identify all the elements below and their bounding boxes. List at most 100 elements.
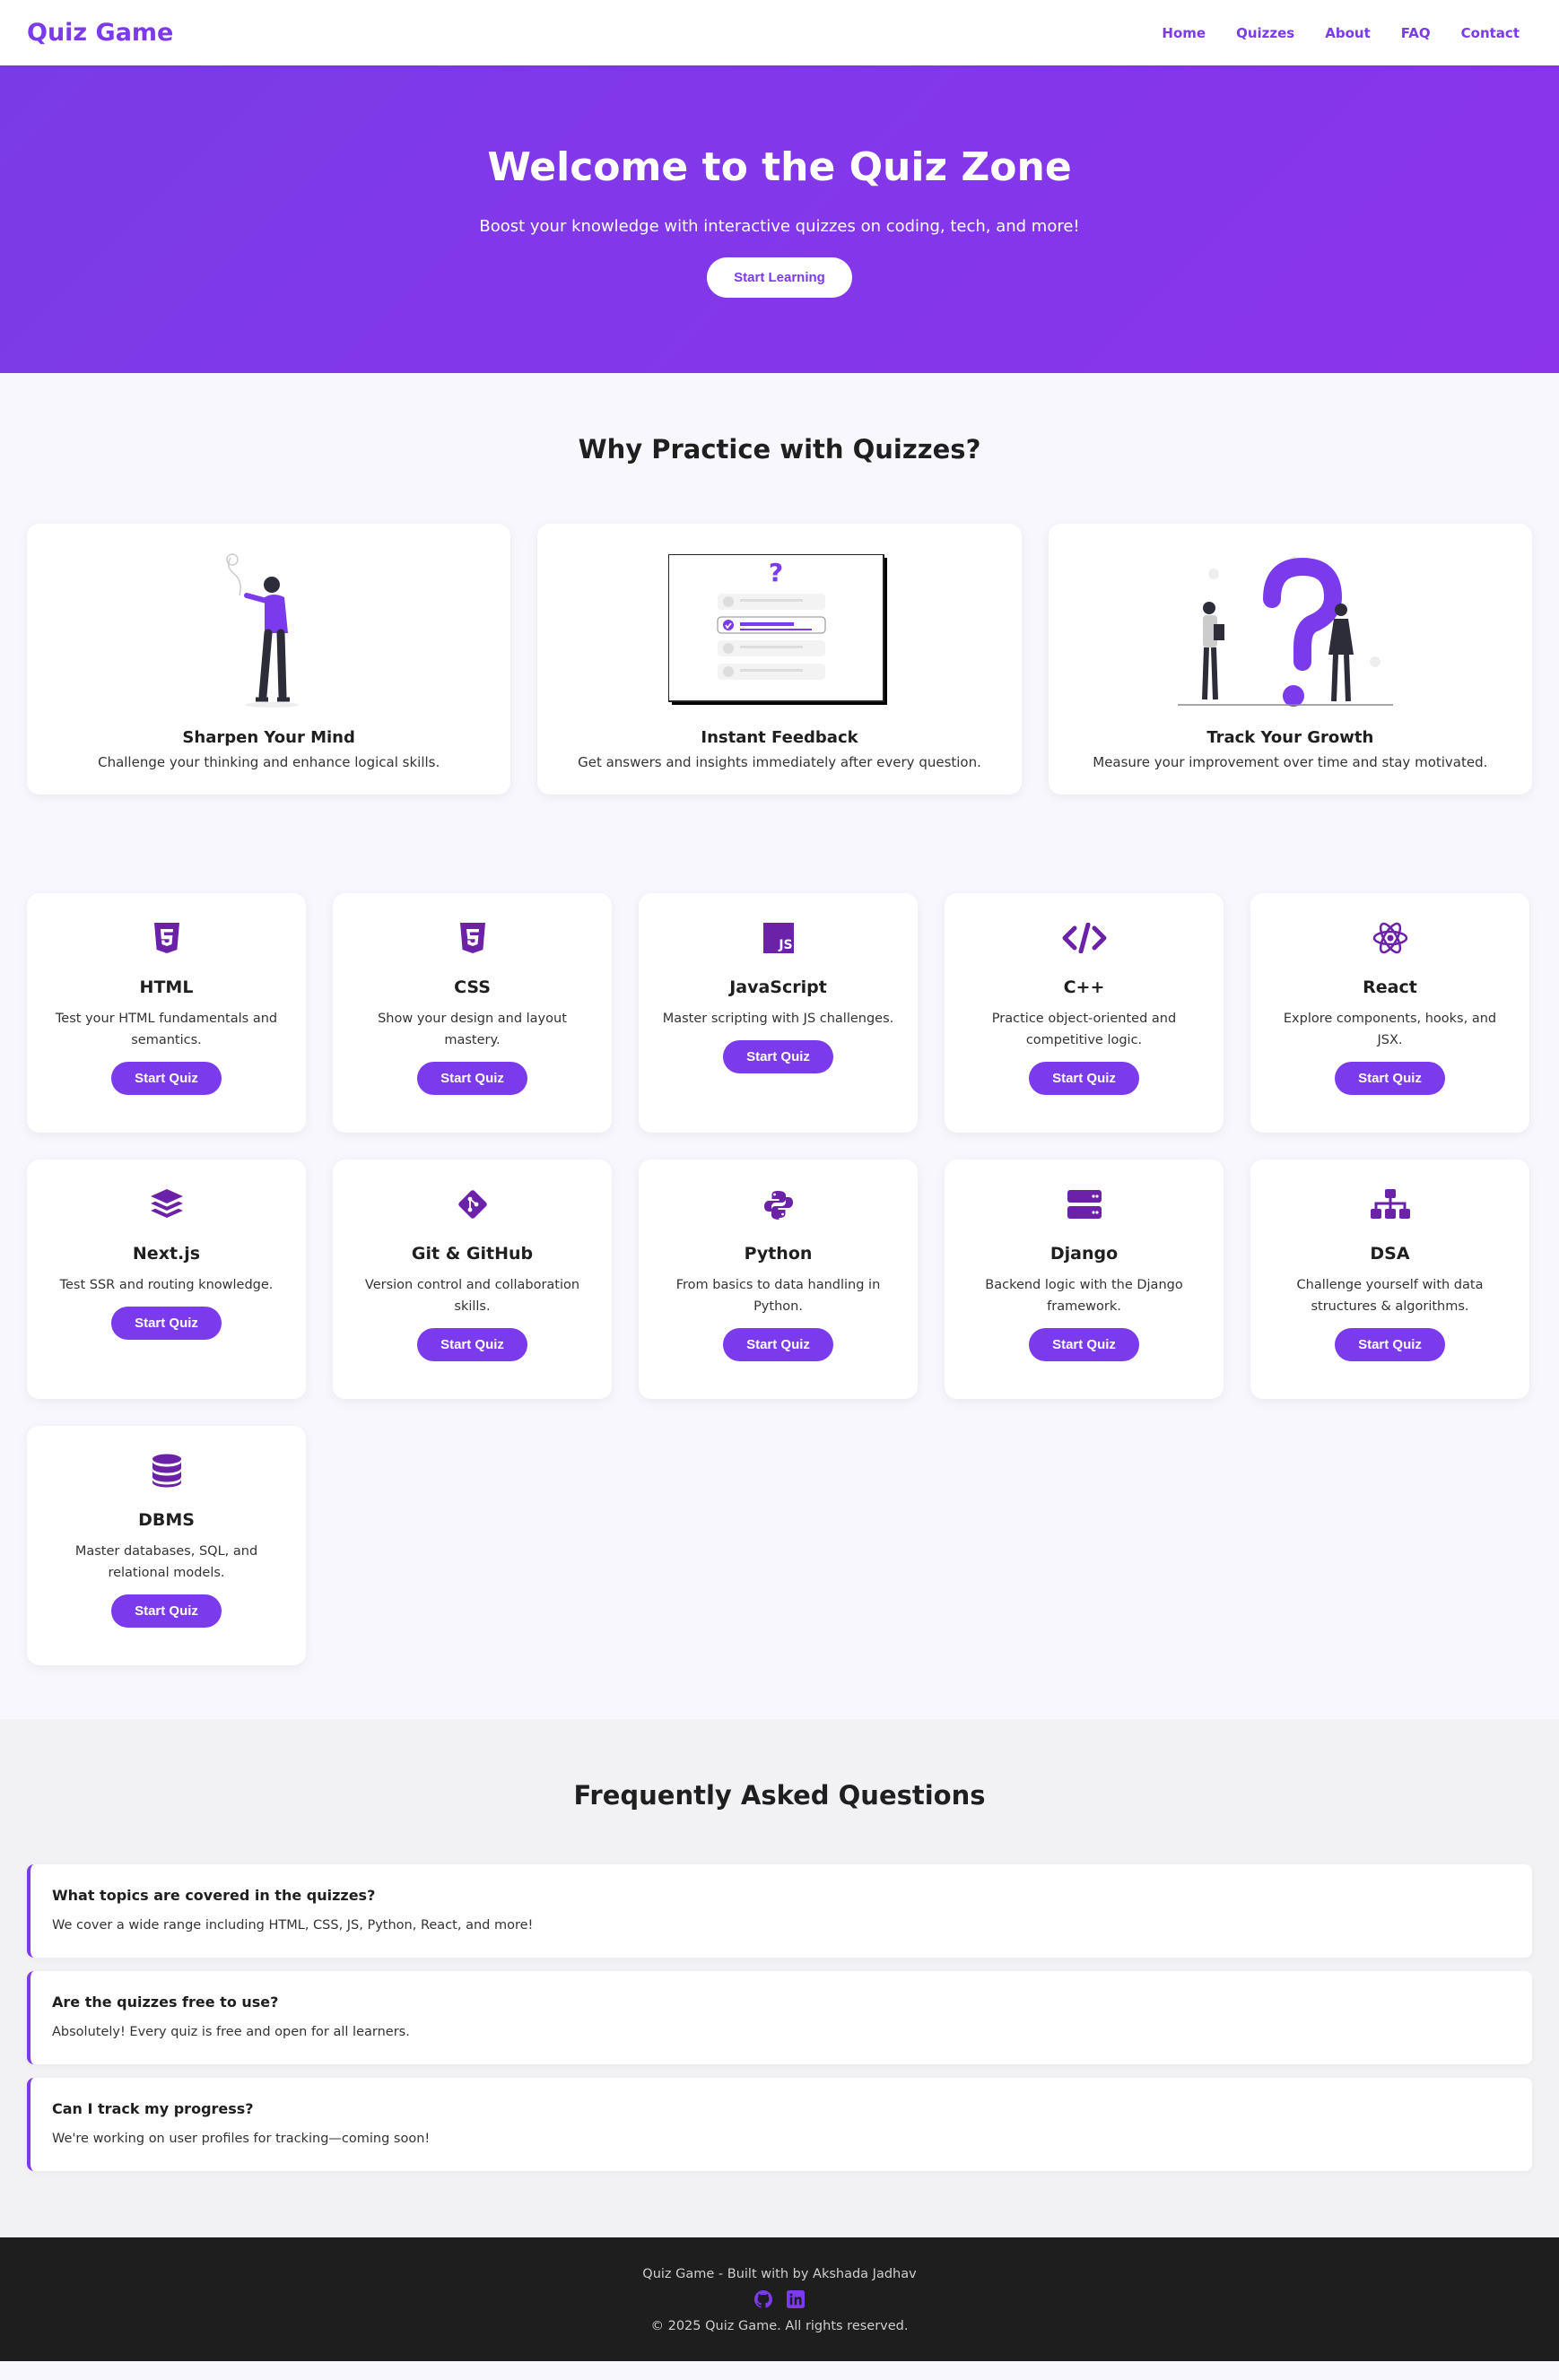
footer: Quiz Game - Built with by Akshada Jadhav… (0, 2237, 1559, 2361)
quiz-card-django: Django Backend logic with the Django fra… (945, 1160, 1224, 1399)
hero-title: Welcome to the Quiz Zone (487, 144, 1072, 190)
why-card: Track Your Growth Measure your improveme… (1048, 524, 1532, 795)
start-quiz-button[interactable]: Start Quiz (111, 1062, 222, 1095)
quiz-card-text: Master databases, SQL, and relational mo… (74, 1544, 258, 1580)
faq-answer: We're working on user profiles for track… (52, 2132, 431, 2146)
quiz-card-text: Explore components, hooks, and JSX. (1283, 1012, 1497, 1047)
quiz-card-text: Version control and collaboration skills… (364, 1278, 580, 1314)
nav-link-about[interactable]: About (1325, 25, 1371, 41)
quiz-card-text: Test your HTML fundamentals and semantic… (55, 1012, 278, 1047)
start-quiz-button[interactable]: Start Quiz (111, 1307, 222, 1340)
quiz-card-text: Challenge yourself with data structures … (1296, 1278, 1484, 1314)
database-icon (48, 1453, 284, 1489)
faq-answer: Absolutely! Every quiz is free and open … (52, 2025, 410, 2039)
quiz-card-text: Backend logic with the Django framework. (985, 1278, 1183, 1314)
why-card: ? Instant Feedback Get answers and insig… (537, 524, 1022, 795)
start-quiz-button[interactable]: Start Quiz (1029, 1328, 1139, 1361)
github-icon[interactable] (754, 2290, 773, 2312)
faq-question: What topics are covered in the quizzes? (52, 1887, 376, 1904)
faq-item[interactable]: What topics are covered in the quizzes? … (27, 1864, 1532, 1958)
git-icon (354, 1186, 590, 1222)
html5-icon (48, 920, 284, 956)
why-title: Why Practice with Quizzes? (578, 434, 981, 465)
nav-link-quizzes[interactable]: Quizzes (1236, 25, 1294, 41)
social-links (0, 2290, 1559, 2312)
start-quiz-button[interactable]: Start Quiz (723, 1328, 833, 1361)
why-section: Why Practice with Quizzes? Sharpen Your … (0, 373, 1559, 856)
question-mark-people-illustration (1049, 549, 1532, 708)
footer-built-by: Quiz Game - Built with by Akshada Jadhav (642, 2267, 917, 2281)
start-quiz-button[interactable]: Start Quiz (417, 1328, 527, 1361)
why-card-title: Sharpen Your Mind (182, 728, 355, 747)
quiz-card-title: CSS (454, 977, 491, 997)
quiz-card-title: React (1363, 977, 1417, 997)
quiz-card-title: DBMS (138, 1510, 195, 1530)
code-icon (966, 920, 1202, 956)
nav-link-faq[interactable]: FAQ (1401, 25, 1431, 41)
start-quiz-button[interactable]: Start Quiz (417, 1062, 527, 1095)
quizzes-section: HTML Test your HTML fundamentals and sem… (0, 856, 1559, 1719)
why-card-text: Measure your improvement over time and s… (1093, 754, 1488, 770)
quiz-card-title: C++ (1063, 977, 1105, 997)
start-quiz-button[interactable]: Start Quiz (1335, 1328, 1445, 1361)
quiz-card-javascript: JS JavaScript Master scripting with JS c… (639, 893, 918, 1133)
hero-section: Welcome to the Quiz Zone Boost your know… (0, 65, 1559, 373)
quiz-card-title: Next.js (132, 1244, 201, 1264)
nav-link-home[interactable]: Home (1162, 25, 1206, 41)
js-icon: JS (660, 920, 896, 956)
quiz-card-title: Django (1049, 1244, 1119, 1264)
quiz-card-python: Python From basics to data handling in P… (639, 1160, 918, 1399)
start-learning-button[interactable]: Start Learning (707, 257, 852, 298)
svg-text:?: ? (769, 558, 783, 587)
start-quiz-button[interactable]: Start Quiz (1335, 1062, 1445, 1095)
brand-logo[interactable]: Quiz Game (27, 19, 173, 47)
start-quiz-button[interactable]: Start Quiz (723, 1040, 833, 1073)
quiz-card-cpp: C++ Practice object-oriented and competi… (945, 893, 1224, 1133)
quiz-card-text: Show your design and layout mastery. (378, 1012, 567, 1047)
quiz-card-react: React Explore components, hooks, and JSX… (1250, 893, 1529, 1133)
svg-text:JS: JS (778, 938, 792, 952)
quiz-card-title: Git & GitHub (411, 1244, 534, 1264)
person-thinking-illustration (27, 549, 510, 708)
footer-copyright: © 2025 Quiz Game. All rights reserved. (650, 2319, 909, 2333)
why-card: Sharpen Your Mind Challenge your thinkin… (27, 524, 511, 795)
faq-section: Frequently Asked Questions What topics a… (0, 1719, 1559, 2237)
quiz-card-text: Test SSR and routing knowledge. (59, 1278, 274, 1292)
quiz-card-text: Practice object-oriented and competitive… (991, 1012, 1177, 1047)
faq-answer: We cover a wide range including HTML, CS… (52, 1918, 534, 1933)
linkedin-icon[interactable] (787, 2290, 805, 2312)
python-icon (660, 1186, 896, 1222)
faq-item[interactable]: Are the quizzes free to use? Absolutely!… (27, 1971, 1532, 2064)
checklist-illustration: ? (537, 549, 1021, 708)
why-card-title: Track Your Growth (1206, 728, 1374, 747)
why-card-text: Get answers and insights immediately aft… (578, 754, 981, 770)
faq-item[interactable]: Can I track my progress? We're working o… (27, 2078, 1532, 2171)
start-quiz-button[interactable]: Start Quiz (1029, 1062, 1139, 1095)
quiz-card-title: HTML (139, 977, 194, 997)
css3-icon (354, 920, 590, 956)
quiz-card-nextjs: Next.js Test SSR and routing knowledge. … (27, 1160, 306, 1399)
quiz-card-text: From basics to data handling in Python. (675, 1278, 881, 1314)
why-card-title: Instant Feedback (701, 728, 858, 747)
faq-list: What topics are covered in the quizzes? … (0, 1864, 1559, 2171)
quiz-card-title: Python (744, 1244, 813, 1264)
quiz-card-title: DSA (1370, 1244, 1410, 1264)
faq-question: Can I track my progress? (52, 2100, 254, 2117)
why-cards: Sharpen Your Mind Challenge your thinkin… (0, 524, 1559, 795)
faq-title: Frequently Asked Questions (573, 1780, 986, 1811)
top-navbar: Quiz Game Home Quizzes About FAQ Contact (0, 0, 1559, 65)
start-quiz-button[interactable]: Start Quiz (111, 1594, 222, 1628)
quiz-card-git: Git & GitHub Version control and collabo… (333, 1160, 612, 1399)
quiz-card-html: HTML Test your HTML fundamentals and sem… (27, 893, 306, 1133)
nav-links: Home Quizzes About FAQ Contact (1162, 25, 1532, 41)
quiz-card-css: CSS Show your design and layout mastery.… (333, 893, 612, 1133)
quiz-card-dbms: DBMS Master databases, SQL, and relation… (27, 1426, 306, 1665)
why-card-text: Challenge your thinking and enhance logi… (98, 754, 440, 770)
nav-link-contact[interactable]: Contact (1461, 25, 1520, 41)
hero-subtitle: Boost your knowledge with interactive qu… (479, 217, 1080, 236)
sitemap-icon (1272, 1186, 1508, 1222)
quiz-card-title: JavaScript (729, 977, 827, 997)
server-icon (966, 1186, 1202, 1222)
quiz-card-dsa: DSA Challenge yourself with data structu… (1250, 1160, 1529, 1399)
quiz-grid: HTML Test your HTML fundamentals and sem… (27, 893, 1532, 1665)
